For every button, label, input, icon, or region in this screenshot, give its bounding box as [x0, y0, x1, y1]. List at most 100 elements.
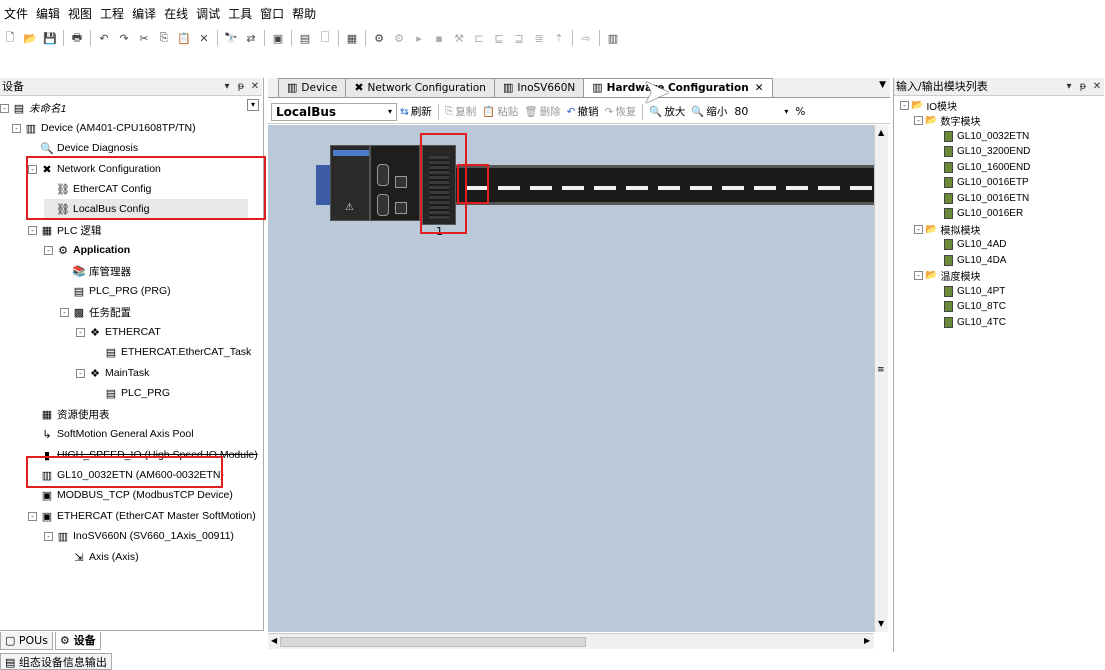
- io-module-item[interactable]: GL10_0016ETN: [944, 191, 1029, 206]
- paste-button[interactable]: 📋 粘贴: [482, 104, 518, 119]
- tree-node[interactable]: - ❖ ETHERCAT: [76, 322, 161, 342]
- add-object-icon[interactable]: ▤: [297, 30, 313, 46]
- tree-node[interactable]: ▤ ETHERCAT.EtherCAT_Task: [92, 342, 252, 362]
- replace-icon[interactable]: ⇄: [243, 30, 259, 46]
- io-module-item[interactable]: GL10_0016ER: [944, 206, 1023, 221]
- delete-icon[interactable]: ✕: [196, 30, 212, 46]
- vertical-scrollbar[interactable]: ▲ ≡ ▼: [874, 125, 888, 632]
- io-module-item[interactable]: GL10_4PT: [944, 284, 1005, 299]
- tree-node[interactable]: - ▥ InoSV660N (SV660_1Axis_00911): [44, 526, 234, 546]
- collapse-icon[interactable]: -: [44, 531, 53, 541]
- step-over-icon[interactable]: ⊏: [471, 30, 487, 46]
- scroll-left-icon[interactable]: ◀: [271, 636, 277, 645]
- grid-icon[interactable]: ▥: [605, 30, 621, 46]
- breakpoint-icon[interactable]: ≣: [531, 30, 547, 46]
- undo-icon[interactable]: ↶: [96, 30, 112, 46]
- new-file-icon[interactable]: 🗋: [2, 30, 18, 46]
- tree-node[interactable]: - ⚙ Application: [44, 240, 130, 260]
- io-module-item[interactable]: GL10_4DA: [944, 253, 1006, 268]
- tree-node[interactable]: ▤ PLC_PRG: [92, 383, 170, 403]
- menu-item[interactable]: 调试: [192, 4, 224, 24]
- collapse-icon[interactable]: -: [914, 271, 923, 280]
- scroll-grip-icon[interactable]: ≡: [877, 365, 885, 375]
- delete-button[interactable]: 🗑 删除: [524, 104, 560, 119]
- cpu-ports-module[interactable]: [370, 145, 420, 221]
- tab-inosv660n[interactable]: ▥ InoSV660N: [493, 78, 585, 97]
- undo-button[interactable]: ↶ 撤销: [567, 104, 599, 119]
- scroll-up-icon[interactable]: ▲: [878, 128, 884, 137]
- close-icon[interactable]: ✕: [1090, 78, 1104, 95]
- io-module-item[interactable]: GL10_3200END: [944, 144, 1030, 159]
- tree-node[interactable]: - ▣ ETHERCAT (EtherCAT Master SoftMotion): [28, 506, 256, 526]
- tree-node[interactable]: ⇲ Axis (Axis): [60, 547, 138, 567]
- collapse-icon[interactable]: -: [914, 224, 923, 234]
- menu-item[interactable]: 帮助: [288, 4, 320, 24]
- dropdown-icon[interactable]: ▾: [1062, 78, 1076, 95]
- step-out-icon[interactable]: ⊒: [511, 30, 527, 46]
- collapse-icon[interactable]: -: [28, 225, 37, 235]
- tree-node[interactable]: ▣ MODBUS_TCP (ModbusTCP Device): [28, 485, 233, 505]
- reset-icon[interactable]: ⚒: [451, 30, 467, 46]
- zoom-out-button[interactable]: 🔍 缩小: [691, 104, 727, 119]
- scroll-right-icon[interactable]: ▶: [864, 636, 870, 645]
- collapse-icon[interactable]: -: [12, 123, 21, 133]
- io-module-item[interactable]: GL10_0016ETP: [944, 175, 1029, 190]
- refresh-button[interactable]: ⇆ 刷新: [400, 104, 432, 119]
- open-folder-icon[interactable]: 📂: [22, 30, 38, 46]
- pin-icon[interactable]: ᵽ: [1076, 78, 1090, 95]
- redo-button[interactable]: ↷ 恢复: [604, 104, 636, 119]
- login-icon[interactable]: ⚙: [371, 30, 387, 46]
- cut-icon[interactable]: ✂: [136, 30, 152, 46]
- menu-item[interactable]: 编辑: [32, 4, 64, 24]
- horizontal-scrollbar[interactable]: ◀ ▶: [268, 633, 874, 649]
- build-icon[interactable]: ▦: [344, 30, 360, 46]
- menu-item[interactable]: 工具: [224, 4, 256, 24]
- io-module-group[interactable]: - 📂 IO模块: [900, 98, 957, 113]
- close-tab-icon[interactable]: ✕: [755, 79, 764, 97]
- bus-select[interactable]: LocalBus ▾: [271, 102, 397, 121]
- dropdown-icon[interactable]: ▾: [220, 78, 234, 95]
- io-module-item[interactable]: GL10_8TC: [944, 299, 1006, 314]
- tree-node[interactable]: ▦ 资源使用表: [28, 404, 110, 424]
- copy-button[interactable]: ⎘ 复制: [445, 104, 476, 119]
- collapse-icon[interactable]: -: [44, 245, 53, 255]
- menu-item[interactable]: 工程: [96, 4, 128, 24]
- io-module-group[interactable]: - 📂 温度模块: [914, 268, 980, 283]
- menu-item[interactable]: 在线: [160, 4, 192, 24]
- output-tab[interactable]: ▤ 组态设备信息输出: [0, 653, 112, 670]
- collapse-icon[interactable]: -: [60, 307, 69, 317]
- logout-icon[interactable]: ⚙: [391, 30, 407, 46]
- io-module-group[interactable]: - 📂 模拟模块: [914, 222, 980, 237]
- io-module-item[interactable]: GL10_4AD: [944, 237, 1006, 252]
- zoom-select[interactable]: 80 ▾: [730, 103, 792, 121]
- window-icon[interactable]: ▣: [270, 30, 286, 46]
- tree-scroll-icon[interactable]: ▾: [247, 99, 259, 111]
- tree-node[interactable]: 🔍 Device Diagnosis: [28, 138, 138, 158]
- menu-item[interactable]: 文件: [0, 4, 32, 24]
- tree-node[interactable]: ↳ SoftMotion General Axis Pool: [28, 424, 193, 444]
- tree-node[interactable]: - ▦ PLC 逻辑: [28, 220, 101, 240]
- tab-device[interactable]: ▥ Device: [278, 78, 347, 97]
- tree-node[interactable]: - ❖ MainTask: [76, 363, 149, 383]
- tab-list-dropdown-icon[interactable]: ▼: [879, 80, 886, 90]
- tree-node[interactable]: - ▩ 任务配置: [60, 302, 131, 322]
- tab-pous[interactable]: ▢ POUs: [0, 631, 53, 650]
- watch-icon[interactable]: ⇡: [551, 30, 567, 46]
- menu-item[interactable]: 窗口: [256, 4, 288, 24]
- close-icon[interactable]: ✕: [248, 78, 262, 95]
- collapse-icon[interactable]: -: [0, 103, 9, 113]
- pin-icon[interactable]: ᵽ: [234, 78, 248, 95]
- collapse-icon[interactable]: -: [28, 511, 37, 521]
- collapse-icon[interactable]: -: [76, 327, 85, 337]
- tree-node[interactable]: 📚 库管理器: [60, 261, 131, 281]
- collapse-icon[interactable]: -: [914, 116, 923, 125]
- tree-node[interactable]: ▤ PLC_PRG (PRG): [60, 281, 171, 301]
- io-module-item[interactable]: GL10_0032ETN: [944, 129, 1029, 144]
- tree-node[interactable]: - ▥ Device (AM401-CPU1608TP/TN): [12, 118, 196, 138]
- collapse-icon[interactable]: -: [900, 101, 909, 110]
- tree-node[interactable]: - ▤ 未命名1: [0, 98, 66, 118]
- cpu-module[interactable]: ⚠: [330, 145, 370, 221]
- scroll-down-icon[interactable]: ▼: [878, 619, 884, 628]
- collapse-icon[interactable]: -: [76, 368, 85, 378]
- stop-icon[interactable]: ▪: [431, 30, 447, 46]
